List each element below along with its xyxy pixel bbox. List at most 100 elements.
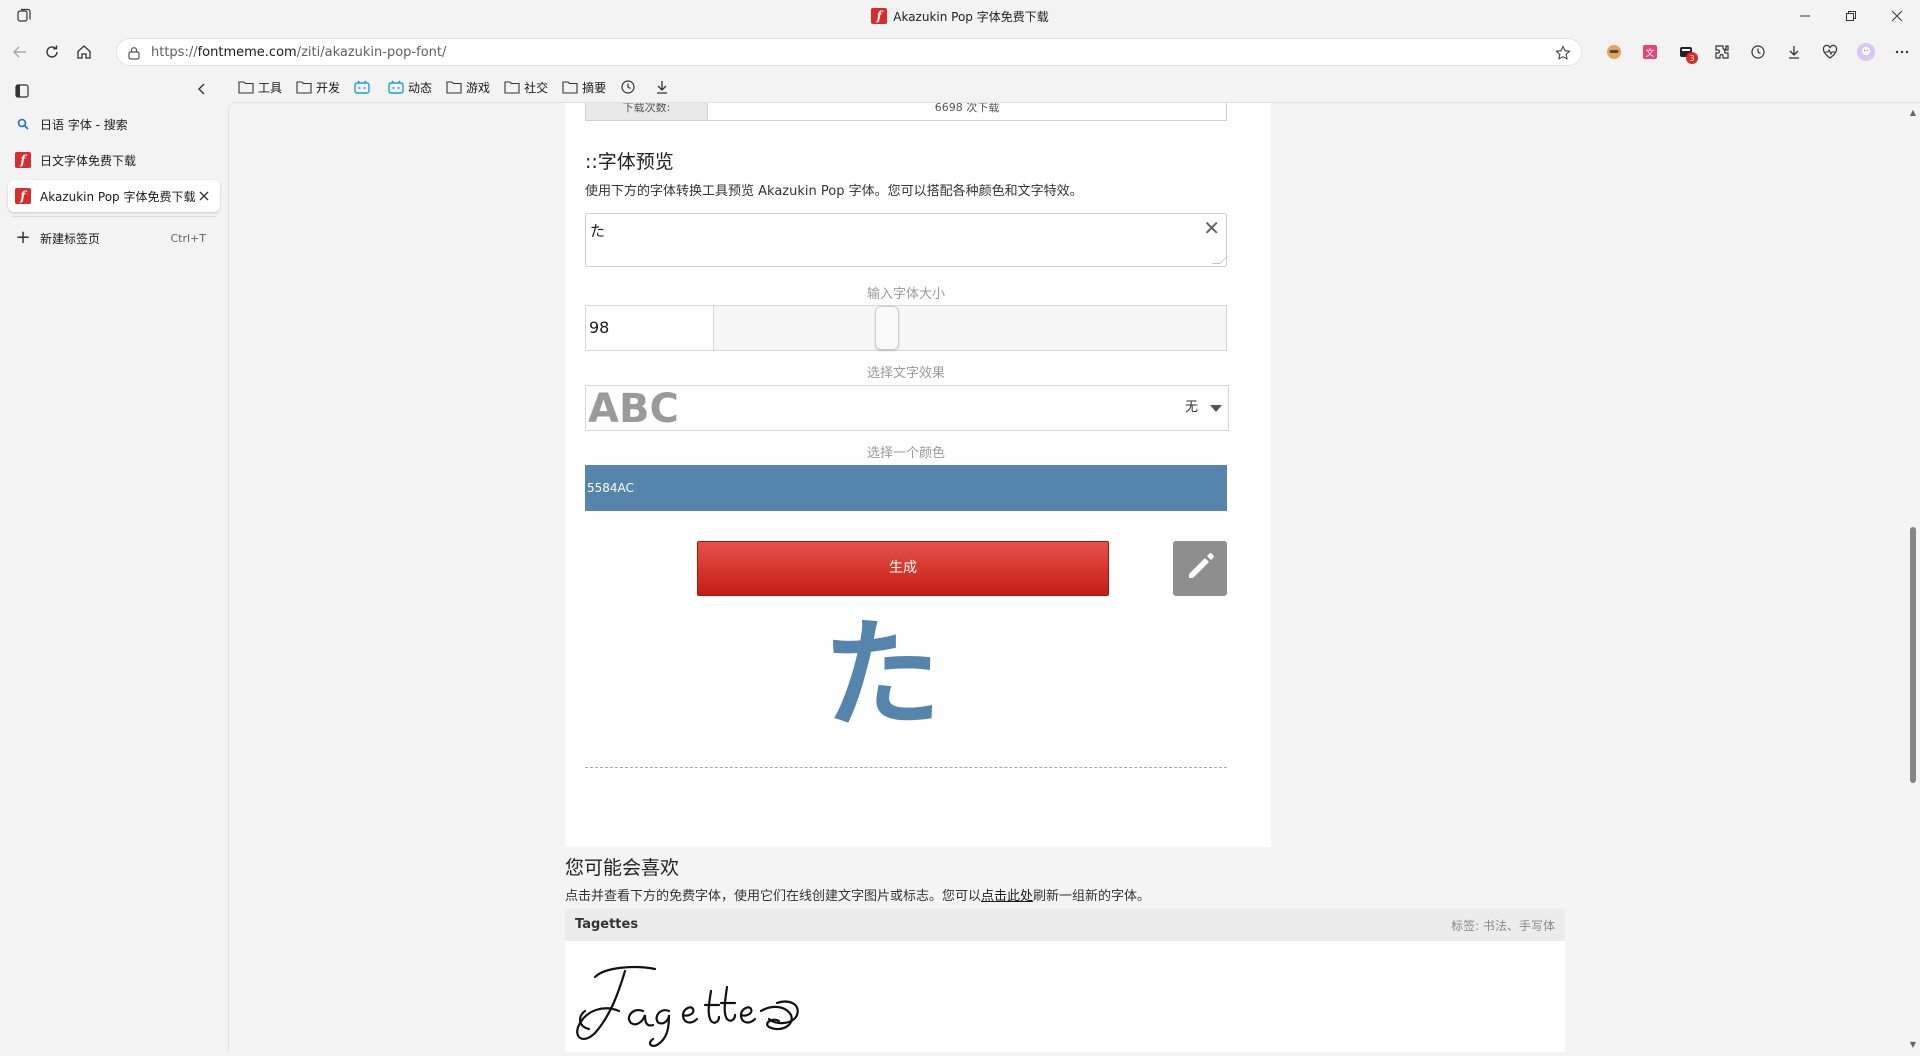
extension-avatar-icon[interactable]: [1596, 38, 1632, 66]
favorites-bar: 工具 开发 动态 游戏 社交 摘要: [228, 72, 1920, 102]
font-size-slider[interactable]: [714, 306, 1226, 350]
close-tab-icon[interactable]: [196, 188, 212, 204]
restore-button[interactable]: [1828, 0, 1874, 32]
downloads-count-row: 下载次数: 6698 次下载: [585, 102, 1227, 121]
window-controls: [1782, 0, 1920, 32]
profile-avatar-icon[interactable]: [1848, 38, 1884, 66]
svg-text:文: 文: [1645, 47, 1654, 59]
clear-text-icon[interactable]: ✕: [1203, 216, 1220, 240]
favorite-tools[interactable]: 工具: [238, 79, 282, 96]
folder-icon: [562, 79, 578, 95]
like-desc-text-end: 刷新一组新的字体。: [1033, 889, 1151, 904]
favorite-star-icon[interactable]: [1555, 45, 1571, 61]
you-may-like-desc: 点击并查看下方的免费字体，使用它们在线创建文字图片或标志。您可以点击此处刷新一组…: [565, 885, 1150, 904]
refresh-button[interactable]: [38, 38, 66, 66]
resize-handle-icon[interactable]: [1212, 256, 1228, 264]
tagettes-sample-image: [576, 965, 799, 1047]
font-card-name[interactable]: Tagettes: [575, 917, 638, 932]
color-label: 选择一个颜色: [866, 446, 945, 461]
edit-button[interactable]: [1173, 541, 1227, 596]
health-icon[interactable]: [1812, 38, 1848, 66]
scroll-down-arrow-icon[interactable]: ▼: [1909, 1041, 1917, 1049]
favorite-history[interactable]: [620, 79, 640, 95]
favorite-label: 开发: [316, 80, 341, 95]
url-text[interactable]: https://fontmeme.com/ziti/akazukin-pop-f…: [151, 45, 446, 60]
font-size-input[interactable]: 98: [586, 306, 714, 350]
preview-section-title: ::字体预览: [585, 151, 674, 173]
extension-badge: 3: [1686, 52, 1698, 64]
refresh-fonts-link[interactable]: 点击此处: [981, 889, 1033, 904]
title-bar: f Akazukin Pop 字体免费下载: [0, 0, 1920, 32]
pencil-icon: [1183, 550, 1217, 588]
preview-text-value: た: [590, 222, 606, 240]
collapse-sidebar-icon[interactable]: [194, 81, 210, 97]
translate-extension-icon[interactable]: 文: [1632, 38, 1668, 66]
color-picker-input[interactable]: 5584AC: [585, 465, 1227, 511]
new-tab-button[interactable]: + 新建标签页 Ctrl+T: [8, 223, 220, 253]
favorite-games[interactable]: 游戏: [446, 79, 490, 96]
page-scrollbar[interactable]: ▲ ▼: [1906, 103, 1920, 1052]
notification-extension-icon[interactable]: 3: [1668, 38, 1704, 66]
effect-selected[interactable]: 无: [1185, 386, 1222, 430]
home-button[interactable]: [70, 38, 98, 66]
address-bar[interactable]: https://fontmeme.com/ziti/akazukin-pop-f…: [116, 38, 1582, 66]
downloads-icon[interactable]: [1776, 38, 1812, 66]
font-card-header[interactable]: Tagettes 标签: 书法、手写体: [565, 909, 1565, 941]
folder-icon: [238, 79, 254, 95]
favorite-download[interactable]: [654, 79, 674, 95]
font-size-control: 98: [585, 305, 1227, 351]
new-tab-label: 新建标签页: [40, 231, 101, 246]
text-effect-select[interactable]: ABC 无: [585, 385, 1229, 432]
favorite-social[interactable]: 社交: [504, 79, 548, 96]
font-size-label: 输入字体大小: [866, 287, 945, 302]
fontmeme-icon: f: [871, 8, 888, 24]
sidebar-header: [0, 72, 228, 108]
fontmeme-icon: f: [15, 188, 31, 204]
downloads-label: 下载次数:: [586, 103, 708, 120]
font-card-tags: 标签: 书法、手写体: [1451, 919, 1555, 933]
font-card-preview[interactable]: [565, 941, 1565, 1052]
url-host: fontmeme.com: [197, 44, 297, 60]
more-options-icon[interactable]: [1884, 38, 1920, 66]
minimize-button[interactable]: [1782, 0, 1828, 32]
scrollbar-thumb[interactable]: [1910, 527, 1916, 783]
slider-handle[interactable]: [875, 306, 899, 350]
like-desc-text: 点击并查看下方的免费字体，使用它们在线创建文字图片或标志。您可以: [565, 889, 982, 904]
back-button[interactable]: [6, 38, 34, 66]
web-content: 下载次数: 6698 次下载 ::字体预览 使用下方的字体转换工具预览 Akaz…: [228, 102, 1920, 1052]
generate-button[interactable]: 生成: [697, 541, 1109, 596]
favorite-bilibili[interactable]: [354, 79, 374, 95]
tab-actions-icon[interactable]: [15, 83, 29, 98]
tab-search[interactable]: 日语 字体 - 搜索: [8, 108, 220, 140]
scroll-up-arrow-icon[interactable]: ▲: [1909, 109, 1917, 117]
history-icon: [620, 79, 636, 95]
favorite-dynamic[interactable]: 动态: [388, 79, 432, 96]
url-path: /ziti/akazukin-pop-font/: [296, 44, 447, 60]
bilibili-icon: [354, 79, 370, 95]
fontmeme-icon: f: [15, 152, 31, 168]
you-may-like-title: 您可能会喜欢: [565, 857, 680, 879]
tab-akazukin-pop[interactable]: f Akazukin Pop 字体免费下载: [8, 180, 220, 212]
extensions-puzzle-icon[interactable]: [1704, 38, 1740, 66]
preview-text-input[interactable]: た ✕: [585, 213, 1228, 267]
favorite-label: 游戏: [466, 80, 491, 95]
font-preview-image: た: [822, 606, 941, 744]
folder-icon: [446, 79, 462, 95]
favorite-summary[interactable]: 摘要: [562, 79, 606, 96]
dashed-divider: [585, 767, 1227, 768]
favorite-label: 摘要: [582, 80, 607, 95]
close-window-button[interactable]: [1874, 0, 1920, 32]
lock-icon[interactable]: [127, 45, 141, 60]
font-detail-card: 下载次数: 6698 次下载 ::字体预览 使用下方的字体转换工具预览 Akaz…: [565, 103, 1271, 847]
favorite-label: 动态: [408, 80, 433, 95]
download-icon: [654, 79, 670, 95]
window-title: f Akazukin Pop 字体免费下载: [0, 0, 1920, 32]
text-effect-label: 选择文字效果: [866, 366, 945, 381]
url-prefix: https://: [151, 44, 198, 60]
downloads-value: 6698 次下载: [934, 102, 1000, 114]
window-title-text: Akazukin Pop 字体免费下载: [893, 9, 1049, 24]
history-icon[interactable]: [1740, 38, 1776, 66]
sidebar-divider: [12, 216, 216, 217]
favorite-dev[interactable]: 开发: [296, 79, 340, 96]
tab-japanese-fonts[interactable]: f 日文字体免费下载: [8, 144, 220, 176]
